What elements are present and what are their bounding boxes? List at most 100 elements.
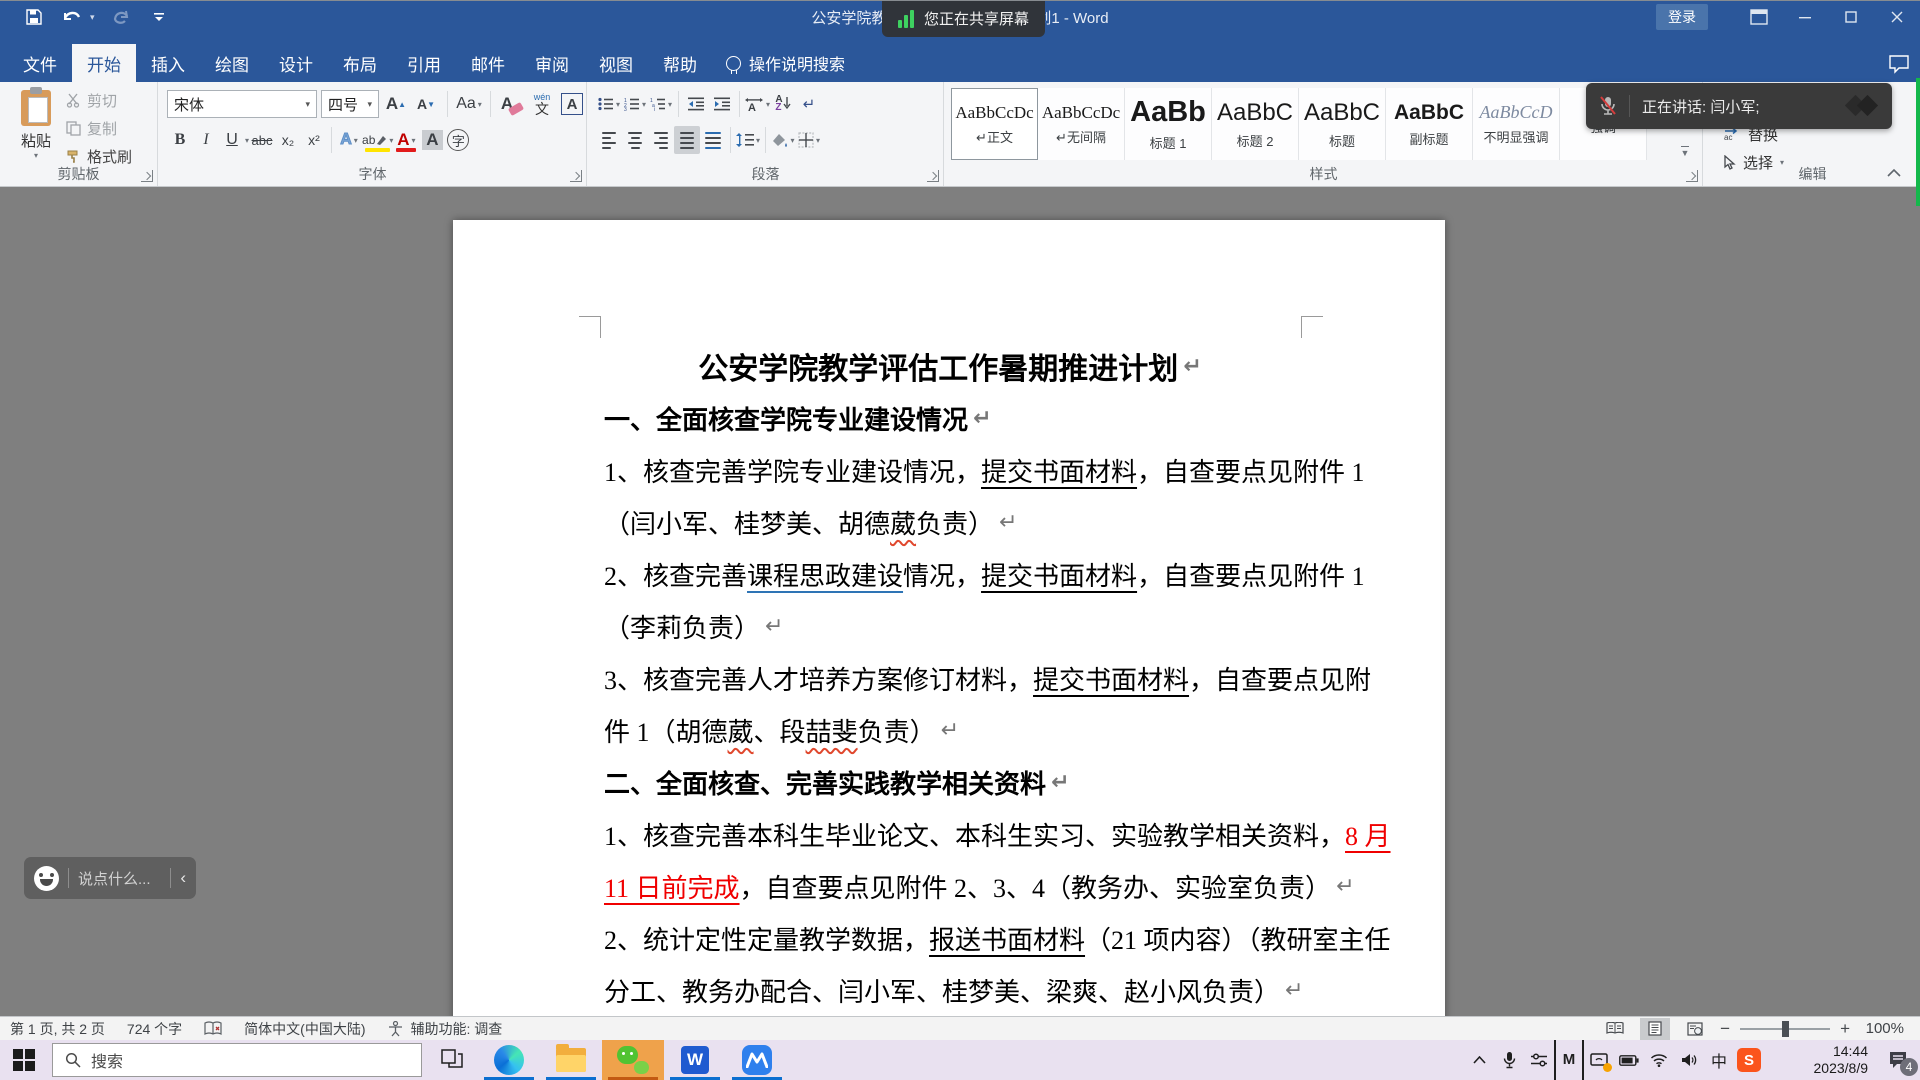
zoom-slider-thumb[interactable] — [1782, 1021, 1789, 1037]
decrease-indent-button[interactable] — [683, 90, 709, 118]
close-icon[interactable] — [1874, 0, 1920, 34]
bullet-list-button[interactable]: ▾ — [596, 90, 622, 118]
read-mode-icon[interactable] — [1600, 1018, 1630, 1040]
zoom-in-button[interactable]: + — [1840, 1019, 1850, 1039]
tab-references[interactable]: 引用 — [392, 44, 456, 82]
copy-button[interactable]: 复制 — [66, 116, 132, 140]
sign-in-button[interactable]: 登录 — [1656, 4, 1708, 30]
tab-help[interactable]: 帮助 — [648, 44, 712, 82]
font-name-combo[interactable]: 宋体▾ — [167, 90, 317, 118]
accessibility-status[interactable]: 辅助功能: 调查 — [411, 1019, 503, 1039]
italic-button[interactable]: I — [193, 126, 219, 154]
style-no-spacing[interactable]: AaBbCcDc ↵无间隔 — [1038, 88, 1125, 160]
shrink-font-button[interactable]: A▼ — [413, 90, 439, 118]
page-indicator[interactable]: 第 1 页, 共 2 页 — [10, 1019, 105, 1039]
superscript-button[interactable]: x² — [301, 126, 327, 154]
tray-ime-language[interactable]: 中 — [1704, 1040, 1734, 1080]
tray-input-indicator[interactable]: M — [1554, 1040, 1584, 1080]
enclose-characters-button[interactable]: 字 — [445, 126, 471, 154]
tray-cast-icon[interactable] — [1584, 1040, 1614, 1080]
zoom-out-button[interactable]: − — [1720, 1019, 1730, 1039]
taskbar-wechat[interactable] — [602, 1040, 664, 1080]
proofing-icon[interactable] — [204, 1021, 222, 1036]
tray-tune-icon[interactable] — [1524, 1040, 1554, 1080]
style-subtle-emphasis[interactable]: AaBbCcD 不明显强调 — [1473, 88, 1560, 160]
notification-center-button[interactable]: 4 — [1876, 1040, 1920, 1080]
paste-button[interactable]: 粘贴 ▾ — [10, 90, 62, 166]
collapse-chat-icon[interactable]: ‹ — [180, 868, 186, 888]
clear-formatting-button[interactable]: A — [499, 90, 525, 118]
multilevel-list-button[interactable]: 1ai▾ — [648, 90, 674, 118]
highlight-button[interactable]: ab▾ — [362, 126, 393, 154]
show-marks-button[interactable]: ↵ — [796, 90, 822, 118]
styles-more-icon[interactable]: ▼ — [1681, 146, 1690, 158]
save-icon[interactable] — [22, 5, 46, 29]
justify-button[interactable] — [674, 126, 700, 154]
strikethrough-button[interactable]: abc — [249, 126, 275, 154]
phonetic-guide-button[interactable]: wén文 — [529, 90, 555, 118]
underline-button[interactable]: U — [219, 126, 245, 154]
taskbar-word[interactable]: W — [664, 1040, 726, 1080]
font-color-button[interactable]: A▾ — [393, 126, 419, 154]
sort-button[interactable]: AZ — [770, 90, 796, 118]
text-effects-button[interactable]: A▾ — [336, 126, 362, 154]
word-count[interactable]: 724 个字 — [127, 1019, 182, 1039]
tab-draw[interactable]: 绘图 — [200, 44, 264, 82]
clipboard-dialog-launcher-icon[interactable] — [141, 170, 153, 182]
tray-volume-icon[interactable] — [1674, 1040, 1704, 1080]
tray-wifi-icon[interactable] — [1644, 1040, 1674, 1080]
tab-view[interactable]: 视图 — [584, 44, 648, 82]
subscript-button[interactable]: x₂ — [275, 126, 301, 154]
style-heading1[interactable]: AaBb 标题 1 — [1125, 88, 1212, 160]
bold-button[interactable]: B — [167, 126, 193, 154]
increase-indent-button[interactable] — [709, 90, 735, 118]
style-subtitle[interactable]: AaBbC 副标题 — [1386, 88, 1473, 160]
tab-home[interactable]: 开始 — [72, 44, 136, 82]
tray-expand-icon[interactable] — [1464, 1040, 1494, 1080]
start-button[interactable] — [0, 1040, 48, 1080]
style-normal[interactable]: AaBbCcDc ↵正文 — [951, 88, 1038, 160]
align-left-button[interactable] — [596, 126, 622, 154]
align-right-button[interactable] — [648, 126, 674, 154]
font-dialog-launcher-icon[interactable] — [570, 170, 582, 182]
tab-file[interactable]: 文件 — [8, 44, 72, 82]
font-size-combo[interactable]: 四号▾ — [321, 90, 379, 118]
shading-button[interactable]: ▾ — [770, 126, 796, 154]
grow-font-button[interactable]: A▲ — [383, 90, 409, 118]
tab-mailings[interactable]: 邮件 — [456, 44, 520, 82]
minimize-icon[interactable] — [1782, 0, 1828, 34]
language-indicator[interactable]: 简体中文(中国大陆) — [244, 1019, 365, 1039]
distribute-button[interactable] — [700, 126, 726, 154]
tab-insert[interactable]: 插入 — [136, 44, 200, 82]
tab-design[interactable]: 设计 — [264, 44, 328, 82]
character-shading-button[interactable]: A — [419, 126, 445, 154]
numbered-list-button[interactable]: 123▾ — [622, 90, 648, 118]
character-border-button[interactable]: A — [559, 90, 585, 118]
tab-review[interactable]: 审阅 — [520, 44, 584, 82]
zoom-level[interactable]: 100% — [1860, 1020, 1904, 1037]
taskbar-search[interactable]: 搜索 — [52, 1043, 422, 1077]
taskbar-explorer[interactable] — [540, 1040, 602, 1080]
redo-icon[interactable] — [109, 5, 133, 29]
cut-button[interactable]: 剪切 — [66, 88, 132, 112]
emoji-icon[interactable] — [34, 866, 59, 891]
sogou-icon[interactable]: S — [1734, 1040, 1764, 1080]
zoom-slider[interactable] — [1740, 1028, 1830, 1030]
customize-qat-icon[interactable] — [147, 5, 171, 29]
tell-me-search[interactable]: 操作说明搜索 — [712, 44, 859, 82]
change-case-button[interactable]: Aa▾ — [456, 90, 482, 118]
style-title[interactable]: AaBbC 标题 — [1299, 88, 1386, 160]
task-view-button[interactable] — [428, 1040, 476, 1080]
undo-dropdown-icon[interactable]: ▾ — [90, 12, 95, 23]
borders-button[interactable]: ▾ — [796, 126, 822, 154]
chat-input[interactable]: 说点什么... — [78, 868, 161, 889]
paragraph-dialog-launcher-icon[interactable] — [927, 170, 939, 182]
restore-icon[interactable] — [1828, 0, 1874, 34]
taskbar-clock[interactable]: 14:44 2023/8/9 — [1772, 1043, 1868, 1077]
ribbon-display-options-icon[interactable] — [1736, 0, 1782, 34]
taskbar-meeting[interactable] — [726, 1040, 788, 1080]
tab-layout[interactable]: 布局 — [328, 44, 392, 82]
tray-mic-icon[interactable] — [1494, 1040, 1524, 1080]
collapse-ribbon-icon[interactable] — [1886, 168, 1902, 178]
align-center-button[interactable] — [622, 126, 648, 154]
